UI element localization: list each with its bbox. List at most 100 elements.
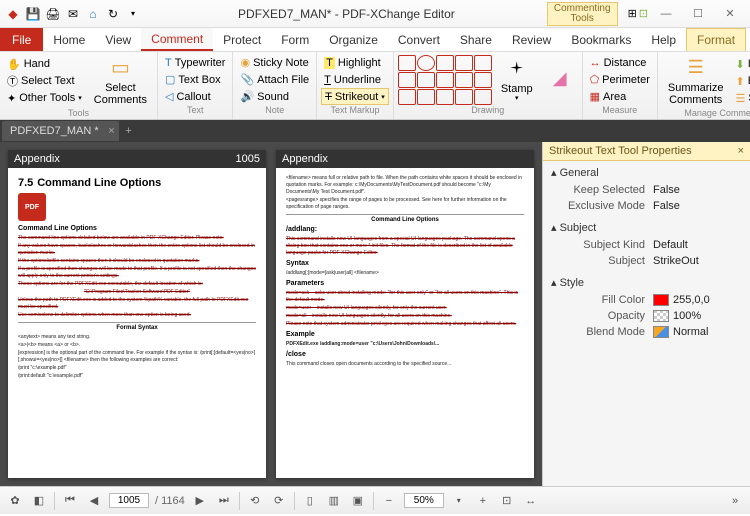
stamp-tool[interactable]: 🟄Stamp▾: [495, 55, 539, 105]
last-page-button[interactable]: ⏭: [215, 492, 233, 510]
blend-swatch: [653, 326, 669, 338]
stamp-icon: 🟄: [505, 57, 529, 81]
contextual-tab-label: Commenting Tools: [547, 2, 618, 26]
import-comments[interactable]: ⬇Import: [732, 56, 750, 73]
eraser-tool[interactable]: ◢: [542, 65, 578, 95]
hand-tool[interactable]: ✋Hand: [4, 56, 85, 73]
nav-back-button[interactable]: ⟲: [246, 492, 264, 510]
tab-home[interactable]: Home: [43, 28, 95, 51]
qat-dropdown-icon[interactable]: ▾: [124, 5, 142, 23]
section-style[interactable]: ▴ Style: [543, 273, 750, 292]
shape-gallery[interactable]: [398, 55, 492, 105]
opacity-swatch: [653, 310, 669, 322]
find-button[interactable]: 🔍Find...: [746, 31, 750, 48]
distance-tool[interactable]: ↔Distance: [587, 54, 653, 71]
subject-kind-value[interactable]: Default: [653, 239, 742, 251]
file-tab[interactable]: File: [0, 28, 43, 51]
sound-tool[interactable]: 🔊Sound: [237, 88, 312, 105]
opacity-value[interactable]: 100%: [653, 310, 742, 322]
close-button[interactable]: ✕: [714, 4, 746, 24]
scan-icon[interactable]: ⌂: [84, 5, 102, 23]
show-comments[interactable]: ☰Show▾: [732, 90, 750, 107]
export-comments[interactable]: ⬆Export: [732, 73, 750, 90]
tab-convert[interactable]: Convert: [388, 28, 450, 51]
tab-bookmarks[interactable]: Bookmarks: [561, 28, 641, 51]
group-label: Tools: [4, 108, 153, 118]
typewriter-tool[interactable]: TTypewriter: [162, 54, 228, 71]
zoom-dropdown-icon[interactable]: ▾: [450, 492, 468, 510]
hand-icon: ✋: [7, 58, 21, 71]
select-comments-tool[interactable]: ▭Select Comments: [88, 54, 153, 108]
export-icon: ⬆: [735, 75, 744, 88]
new-tab-button[interactable]: +: [119, 121, 139, 141]
tab-view[interactable]: View: [95, 28, 141, 51]
fit-page-icon[interactable]: ⊡: [498, 492, 516, 510]
maximize-button[interactable]: ☐: [682, 4, 714, 24]
document-tab[interactable]: PDFXED7_MAN *×: [2, 121, 119, 141]
tab-share[interactable]: Share: [450, 28, 502, 51]
nav-forward-button[interactable]: ⟳: [270, 492, 288, 510]
close-panel-icon[interactable]: ×: [738, 145, 744, 157]
tab-help[interactable]: Help: [641, 28, 686, 51]
summarize-comments[interactable]: ☰Summarize Comments: [662, 54, 730, 108]
layout-continuous-icon[interactable]: ▥: [325, 492, 343, 510]
section-general[interactable]: ▴ General: [543, 163, 750, 182]
group-manage-comments: ☰Summarize Comments ⬇Import ⬆Export ☰Sho…: [658, 52, 750, 119]
expand-icon[interactable]: »: [726, 492, 744, 510]
callout-tool[interactable]: ◁Callout: [162, 88, 228, 105]
window-controls: — ☐ ✕: [650, 4, 746, 24]
area-icon: ▦: [590, 90, 600, 103]
ui-options-icon[interactable]: ⊞: [628, 7, 637, 20]
sticky-note-tool[interactable]: ◉Sticky Note: [237, 54, 312, 71]
subject-value[interactable]: StrikeOut: [653, 255, 742, 267]
select-text-tool[interactable]: ⓉSelect Text: [4, 73, 85, 90]
panel-toggle-icon[interactable]: ◧: [30, 492, 48, 510]
exclusive-mode-value[interactable]: False: [653, 200, 742, 212]
zoom-input[interactable]: [404, 493, 444, 508]
launch-app-icon[interactable]: ⊡: [639, 7, 648, 20]
tab-comment[interactable]: Comment: [141, 28, 213, 51]
tab-organize[interactable]: Organize: [319, 28, 388, 51]
qat-logo[interactable]: ◆: [4, 5, 22, 23]
color-swatch: [653, 294, 669, 306]
options-icon[interactable]: ✿: [6, 492, 24, 510]
tab-review[interactable]: Review: [502, 28, 561, 51]
document-view[interactable]: Appendix1005 7.5 Command Line Options PD…: [0, 142, 542, 486]
tab-format[interactable]: Format: [686, 28, 746, 51]
textbox-tool[interactable]: ▢Text Box: [162, 71, 228, 88]
underline-tool[interactable]: TUnderline: [321, 71, 389, 88]
tab-protect[interactable]: Protect: [213, 28, 271, 51]
first-page-button[interactable]: ⏮: [61, 492, 79, 510]
next-page-button[interactable]: ▶: [191, 492, 209, 510]
fill-color-value[interactable]: 255,0,0: [653, 294, 742, 306]
strikeout-tool[interactable]: TStrikeout▾: [321, 88, 389, 105]
prev-page-button[interactable]: ◀: [85, 492, 103, 510]
group-label: Note: [237, 105, 312, 117]
highlight-tool[interactable]: THighlight: [321, 54, 389, 71]
keep-selected-value[interactable]: False: [653, 184, 742, 196]
group-label: Manage Comments: [662, 108, 750, 118]
perimeter-tool[interactable]: ⬠Perimeter: [587, 71, 653, 88]
attach-file-tool[interactable]: 📎Attach File: [237, 71, 312, 88]
group-text-markup: THighlight TUnderline TStrikeout▾ Text M…: [317, 52, 394, 119]
tools-icon: ✦: [7, 92, 16, 105]
redo-icon[interactable]: ↻: [104, 5, 122, 23]
print-icon[interactable]: 🖨: [44, 5, 62, 23]
section-subject[interactable]: ▴ Subject: [543, 218, 750, 237]
blend-mode-value[interactable]: Normal: [653, 326, 742, 338]
minimize-button[interactable]: —: [650, 4, 682, 24]
close-tab-icon[interactable]: ×: [108, 125, 114, 137]
zoom-out-button[interactable]: −: [380, 492, 398, 510]
area-tool[interactable]: ▦Area: [587, 88, 653, 105]
page-number-input[interactable]: [109, 493, 149, 508]
properties-header: Strikeout Text Tool Properties ×: [543, 142, 750, 161]
save-icon[interactable]: 💾: [24, 5, 42, 23]
other-tools[interactable]: ✦Other Tools▾: [4, 90, 85, 107]
layout-facing-icon[interactable]: ▣: [349, 492, 367, 510]
attach-icon: 📎: [240, 73, 254, 86]
layout-single-icon[interactable]: ▯: [301, 492, 319, 510]
mail-icon[interactable]: ✉: [64, 5, 82, 23]
fit-width-icon[interactable]: ↔: [522, 492, 540, 510]
zoom-in-button[interactable]: +: [474, 492, 492, 510]
tab-form[interactable]: Form: [271, 28, 319, 51]
